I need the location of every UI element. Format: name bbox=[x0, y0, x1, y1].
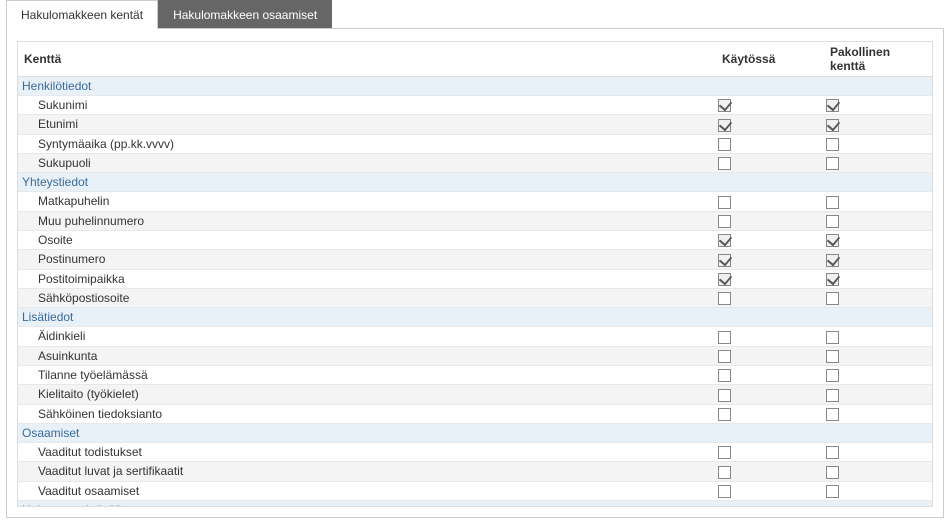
checkbox-inuse[interactable] bbox=[718, 485, 731, 498]
checkbox-inuse[interactable] bbox=[718, 408, 731, 421]
field-label: Syntymäaika (pp.kk.vvvv) bbox=[18, 134, 716, 153]
field-label: Vaaditut todistukset bbox=[18, 442, 716, 461]
table-row: Vaaditut todistukset bbox=[18, 442, 932, 461]
section-header: Hakemus tehtävään bbox=[18, 500, 932, 507]
tab-bar: Hakulomakkeen kentät Hakulomakkeen osaam… bbox=[0, 0, 950, 29]
table-row: Syntymäaika (pp.kk.vvvv) bbox=[18, 134, 932, 153]
checkbox-inuse[interactable] bbox=[718, 350, 731, 363]
field-label: Sähköinen tiedoksianto bbox=[18, 404, 716, 423]
checkbox-required[interactable] bbox=[826, 273, 839, 286]
field-label: Sukunimi bbox=[18, 96, 716, 115]
table-row: Vaaditut luvat ja sertifikaatit bbox=[18, 462, 932, 481]
table-row: Sähköpostiosoite bbox=[18, 288, 932, 307]
checkbox-required[interactable] bbox=[826, 331, 839, 344]
checkbox-inuse[interactable] bbox=[718, 369, 731, 382]
checkbox-required[interactable] bbox=[826, 350, 839, 363]
field-label: Kielitaito (työkielet) bbox=[18, 385, 716, 404]
field-label: Vaaditut luvat ja sertifikaatit bbox=[18, 462, 716, 481]
col-header-field: Kenttä bbox=[18, 42, 716, 77]
field-label: Sähköpostiosoite bbox=[18, 288, 716, 307]
section-title: Hakemus tehtävään bbox=[18, 500, 932, 507]
col-header-required: Pakollinen kenttä bbox=[824, 42, 932, 77]
checkbox-inuse[interactable] bbox=[718, 254, 731, 267]
checkbox-inuse[interactable] bbox=[718, 389, 731, 402]
section-title: Lisätiedot bbox=[18, 308, 932, 327]
table-row: Asuinkunta bbox=[18, 346, 932, 365]
col-header-inuse: Käytössä bbox=[716, 42, 824, 77]
section-title: Osaamiset bbox=[18, 423, 932, 442]
fields-scrollarea[interactable]: Kenttä Käytössä Pakollinen kenttä Henkil… bbox=[17, 41, 933, 507]
checkbox-required[interactable] bbox=[826, 389, 839, 402]
table-row: Äidinkieli bbox=[18, 327, 932, 346]
checkbox-inuse[interactable] bbox=[718, 446, 731, 459]
checkbox-required[interactable] bbox=[826, 408, 839, 421]
checkbox-required[interactable] bbox=[826, 466, 839, 479]
checkbox-required[interactable] bbox=[826, 138, 839, 151]
checkbox-inuse[interactable] bbox=[718, 234, 731, 247]
field-label: Muu puhelinnumero bbox=[18, 211, 716, 230]
checkbox-required[interactable] bbox=[826, 254, 839, 267]
table-row: Kielitaito (työkielet) bbox=[18, 385, 932, 404]
field-label: Äidinkieli bbox=[18, 327, 716, 346]
tab-panel: Kenttä Käytössä Pakollinen kenttä Henkil… bbox=[6, 28, 944, 518]
field-label: Tilanne työelämässä bbox=[18, 365, 716, 384]
checkbox-inuse[interactable] bbox=[718, 196, 731, 209]
checkbox-required[interactable] bbox=[826, 99, 839, 112]
field-label: Vaaditut osaamiset bbox=[18, 481, 716, 500]
checkbox-required[interactable] bbox=[826, 292, 839, 305]
checkbox-inuse[interactable] bbox=[718, 466, 731, 479]
checkbox-required[interactable] bbox=[826, 234, 839, 247]
table-row: Sukupuoli bbox=[18, 153, 932, 172]
checkbox-inuse[interactable] bbox=[718, 119, 731, 132]
field-label: Sukupuoli bbox=[18, 153, 716, 172]
checkbox-inuse[interactable] bbox=[718, 215, 731, 228]
checkbox-required[interactable] bbox=[826, 196, 839, 209]
table-row: Matkapuhelin bbox=[18, 192, 932, 211]
field-label: Postinumero bbox=[18, 250, 716, 269]
fields-tbody: HenkilötiedotSukunimiEtunimiSyntymäaika … bbox=[18, 77, 932, 508]
tab-skills[interactable]: Hakulomakkeen osaamiset bbox=[158, 0, 332, 29]
fields-table: Kenttä Käytössä Pakollinen kenttä Henkil… bbox=[18, 42, 932, 507]
checkbox-inuse[interactable] bbox=[718, 292, 731, 305]
field-label: Etunimi bbox=[18, 115, 716, 134]
table-row: Sukunimi bbox=[18, 96, 932, 115]
tab-fields[interactable]: Hakulomakkeen kentät bbox=[6, 0, 158, 29]
checkbox-required[interactable] bbox=[826, 119, 839, 132]
field-label: Asuinkunta bbox=[18, 346, 716, 365]
section-header: Osaamiset bbox=[18, 423, 932, 442]
table-row: Vaaditut osaamiset bbox=[18, 481, 932, 500]
section-title: Yhteystiedot bbox=[18, 173, 932, 192]
section-header: Henkilötiedot bbox=[18, 77, 932, 96]
field-label: Osoite bbox=[18, 230, 716, 249]
table-row: Muu puhelinnumero bbox=[18, 211, 932, 230]
table-row: Etunimi bbox=[18, 115, 932, 134]
table-row: Postitoimipaikka bbox=[18, 269, 932, 288]
table-row: Osoite bbox=[18, 230, 932, 249]
section-title: Henkilötiedot bbox=[18, 77, 932, 96]
checkbox-required[interactable] bbox=[826, 485, 839, 498]
section-header: Yhteystiedot bbox=[18, 173, 932, 192]
checkbox-required[interactable] bbox=[826, 157, 839, 170]
checkbox-inuse[interactable] bbox=[718, 331, 731, 344]
table-row: Tilanne työelämässä bbox=[18, 365, 932, 384]
checkbox-inuse[interactable] bbox=[718, 99, 731, 112]
checkbox-required[interactable] bbox=[826, 215, 839, 228]
table-row: Postinumero bbox=[18, 250, 932, 269]
app-root: Hakulomakkeen kentät Hakulomakkeen osaam… bbox=[0, 0, 950, 527]
checkbox-required[interactable] bbox=[826, 369, 839, 382]
checkbox-inuse[interactable] bbox=[718, 138, 731, 151]
checkbox-inuse[interactable] bbox=[718, 273, 731, 286]
field-label: Postitoimipaikka bbox=[18, 269, 716, 288]
section-header: Lisätiedot bbox=[18, 308, 932, 327]
field-label: Matkapuhelin bbox=[18, 192, 716, 211]
checkbox-inuse[interactable] bbox=[718, 157, 731, 170]
table-row: Sähköinen tiedoksianto bbox=[18, 404, 932, 423]
checkbox-required[interactable] bbox=[826, 446, 839, 459]
